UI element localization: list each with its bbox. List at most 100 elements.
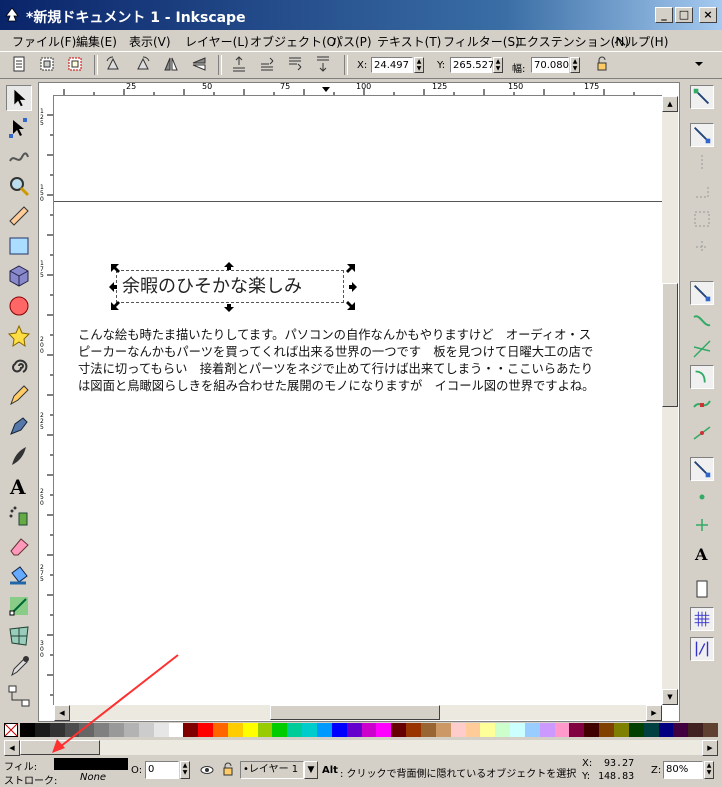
palette-swatch[interactable] — [79, 723, 95, 737]
palette-swatch[interactable] — [138, 723, 154, 737]
palette-swatch[interactable] — [658, 723, 674, 737]
lower-icon[interactable] — [286, 55, 304, 73]
palette-swatch[interactable] — [272, 723, 288, 737]
palette-swatch[interactable] — [123, 723, 139, 737]
menu-object[interactable]: オブジェクト(O) — [250, 33, 341, 50]
menu-file[interactable]: ファイル(F) — [12, 33, 76, 50]
palette-scroll-left[interactable]: ◀ — [4, 740, 20, 756]
palette-scroll-thumb[interactable] — [20, 740, 100, 755]
pen-tool-icon[interactable] — [6, 413, 32, 439]
scroll-up-button[interactable]: ▲ — [662, 96, 678, 112]
flip-vertical-icon[interactable] — [190, 55, 208, 73]
snap-grid-icon[interactable] — [690, 607, 714, 631]
snap-paths-icon[interactable] — [690, 309, 714, 333]
menu-edit[interactable]: 編集(E) — [76, 33, 117, 50]
palette-swatch[interactable] — [628, 723, 644, 737]
palette-swatch[interactable] — [614, 723, 630, 737]
snap-page-border-icon[interactable] — [690, 577, 714, 601]
zoom-tool-icon[interactable] — [6, 173, 32, 199]
ellipse-tool-icon[interactable] — [6, 293, 32, 319]
palette-swatch[interactable] — [524, 723, 540, 737]
snap-rotation-center-icon[interactable] — [690, 513, 714, 537]
palette-swatch[interactable] — [391, 723, 407, 737]
node-tool-icon[interactable] — [6, 115, 32, 141]
snap-toggle-icon[interactable] — [690, 85, 714, 109]
y-spinner[interactable]: ▲ ▼ — [493, 57, 503, 73]
measure-tool-icon[interactable] — [6, 203, 32, 229]
eye-icon[interactable] — [200, 764, 214, 776]
palette-swatch[interactable] — [435, 723, 451, 737]
palette-swatch[interactable] — [346, 723, 362, 737]
palette-swatch[interactable] — [450, 723, 466, 737]
palette-swatch[interactable] — [599, 723, 615, 737]
snap-intersections-icon[interactable] — [690, 337, 714, 361]
horizontal-ruler[interactable]: 25 50 75 100 125 150 175 — [54, 83, 662, 96]
opacity-field[interactable]: 0 — [145, 761, 179, 779]
palette-swatch[interactable] — [198, 723, 214, 737]
close-button[interactable]: × — [699, 7, 717, 23]
spray-tool-icon[interactable] — [6, 503, 32, 529]
text-tool-icon[interactable]: A — [6, 473, 32, 499]
snap-guides-icon[interactable] — [690, 637, 714, 661]
palette-swatch[interactable] — [539, 723, 555, 737]
snap-nodes-icon[interactable] — [690, 281, 714, 305]
raise-to-top-icon[interactable] — [230, 55, 248, 73]
menu-text[interactable]: テキスト(T) — [377, 33, 441, 50]
palette-swatch[interactable] — [34, 723, 50, 737]
palette-swatch[interactable] — [257, 723, 273, 737]
menu-view[interactable]: 表示(V) — [129, 33, 171, 50]
palette-swatch[interactable] — [673, 723, 689, 737]
gradient-tool-icon[interactable] — [6, 593, 32, 619]
layer-selector[interactable]: •レイヤー 1 — [240, 761, 304, 779]
fill-indicator[interactable] — [54, 758, 128, 770]
rotate-ccw-icon[interactable] — [104, 55, 122, 73]
palette-swatch[interactable] — [480, 723, 496, 737]
palette-swatch[interactable] — [406, 723, 422, 737]
x-spinner[interactable]: ▲ ▼ — [414, 57, 424, 73]
snap-midpoints-icon[interactable] — [690, 421, 714, 445]
drawing-canvas[interactable]: 余暇のひそかな楽しみ こんな絵も時たま描いたりしてます。パソコンの自作なんかもや… — [54, 96, 662, 705]
rotate-cw-icon[interactable] — [134, 55, 152, 73]
no-paint-icon[interactable] — [4, 723, 18, 737]
rectangle-tool-icon[interactable] — [6, 233, 32, 259]
raise-icon[interactable] — [258, 55, 276, 73]
opacity-spinner[interactable]: ▲ ▼ — [180, 761, 190, 779]
palette-scroll-right[interactable]: ▶ — [702, 740, 718, 756]
palette-scrollbar[interactable]: ◀ ▶ — [4, 740, 718, 756]
palette-swatch[interactable] — [64, 723, 80, 737]
lower-to-bottom-icon[interactable] — [314, 55, 332, 73]
selector-tool-icon[interactable] — [6, 85, 32, 111]
layer-dropdown-chevron-icon[interactable]: ▼ — [304, 761, 318, 779]
palette-swatch[interactable] — [554, 723, 570, 737]
palette-swatch[interactable] — [584, 723, 600, 737]
invert-selection-icon[interactable] — [66, 55, 84, 73]
palette-swatch[interactable] — [287, 723, 303, 737]
calligraphy-tool-icon[interactable] — [6, 443, 32, 469]
vertical-scrollbar[interactable]: ▲ ▼ — [662, 96, 678, 705]
horizontal-scroll-thumb[interactable] — [270, 705, 440, 720]
palette-swatch[interactable] — [465, 723, 481, 737]
width-field[interactable]: 70.080 — [531, 57, 569, 73]
select-all-icon[interactable] — [10, 55, 28, 73]
y-field[interactable]: 265.527 — [450, 57, 494, 73]
layer-lock-icon[interactable] — [222, 762, 234, 776]
palette-swatch[interactable] — [495, 723, 511, 737]
palette-swatch[interactable] — [317, 723, 333, 737]
eraser-tool-icon[interactable] — [6, 533, 32, 559]
select-all-layers-icon[interactable] — [38, 55, 56, 73]
palette-swatch[interactable] — [302, 723, 318, 737]
palette-swatch[interactable] — [227, 723, 243, 737]
palette-swatch[interactable] — [109, 723, 125, 737]
minimize-button[interactable]: _ — [655, 7, 673, 23]
palette-swatch[interactable] — [49, 723, 65, 737]
palette-swatch[interactable] — [183, 723, 199, 737]
snap-object-centers-icon[interactable] — [690, 485, 714, 509]
x-field[interactable]: 24.497 — [371, 57, 413, 73]
palette-swatch[interactable] — [510, 723, 526, 737]
lock-icon[interactable] — [593, 55, 611, 73]
canvas-body-text[interactable]: こんな絵も時たま描いたりしてます。パソコンの自作なんかもやりますけど オーディオ… — [78, 327, 662, 395]
color-palette[interactable] — [4, 722, 719, 738]
snap-smooth-nodes-icon[interactable] — [690, 393, 714, 417]
horizontal-scrollbar[interactable]: ◀ ▶ — [54, 705, 662, 721]
spiral-tool-icon[interactable] — [6, 353, 32, 379]
